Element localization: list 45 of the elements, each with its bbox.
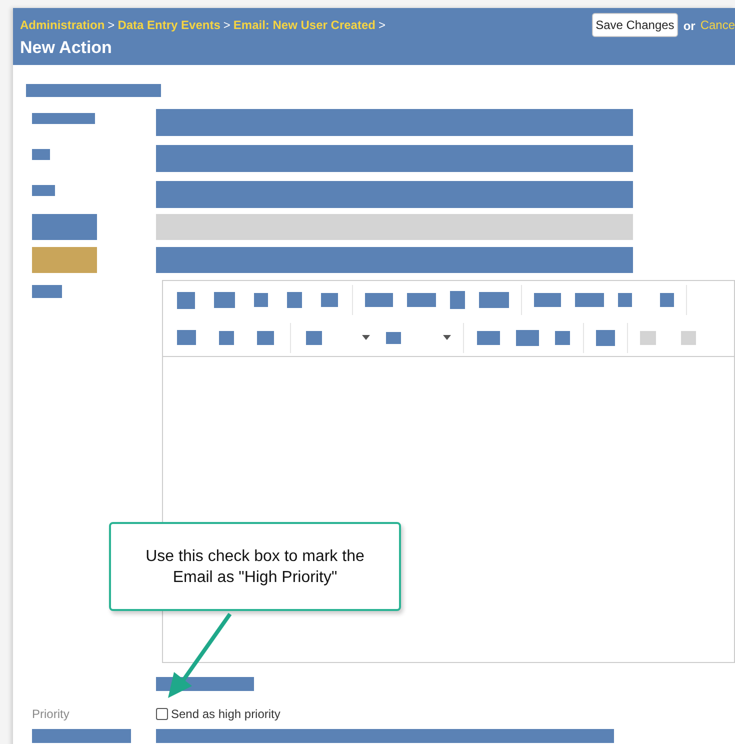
caret-icon[interactable] <box>362 335 370 340</box>
toolbar-icon[interactable] <box>176 292 195 308</box>
cancel-link[interactable]: Cance <box>700 13 735 34</box>
redacted-field[interactable] <box>156 214 633 240</box>
breadcrumb-separator: > <box>223 17 230 34</box>
redacted-field[interactable] <box>156 181 633 208</box>
redacted-label <box>32 214 97 240</box>
toolbar-icon[interactable] <box>476 330 500 344</box>
breadcrumb-link[interactable]: Data Entry Events <box>118 16 220 34</box>
toolbar-icon[interactable] <box>618 293 632 307</box>
toolbar-icon[interactable] <box>286 292 302 308</box>
redacted-label <box>32 285 62 298</box>
breadcrumb-separator: > <box>108 17 115 34</box>
toolbar-icon[interactable] <box>218 330 234 344</box>
toolbar-icon[interactable] <box>660 293 674 307</box>
redacted-field[interactable] <box>156 247 633 273</box>
high-priority-checkbox[interactable]: Send as high priority <box>156 705 280 723</box>
callout-text: Use this check box to mark the Email as "High Priority" <box>144 546 366 588</box>
redacted-label <box>32 149 50 160</box>
redacted-label <box>32 113 95 124</box>
toolbar-icon[interactable] <box>516 330 539 346</box>
toolbar-icon <box>640 330 656 344</box>
save-changes-button[interactable]: Save Changes <box>592 13 678 37</box>
toolbar-icon[interactable] <box>176 330 196 345</box>
toolbar-icon[interactable] <box>214 292 235 308</box>
toolbar-icon[interactable] <box>450 291 465 309</box>
redacted-field[interactable] <box>156 109 633 136</box>
breadcrumb-link[interactable]: Administration <box>20 16 105 34</box>
toolbar-icon[interactable] <box>254 293 268 307</box>
redacted-label <box>32 247 97 273</box>
toolbar-icon[interactable] <box>320 293 338 307</box>
page-title: New Action <box>20 38 113 58</box>
toolbar-icon[interactable] <box>306 330 322 344</box>
toolbar-icon[interactable] <box>386 332 401 344</box>
breadcrumb-link[interactable]: Email: New User Created <box>233 16 376 34</box>
toolbar-icon[interactable] <box>596 330 615 346</box>
redacted-label <box>32 185 55 196</box>
redacted-field[interactable] <box>156 145 633 172</box>
breadcrumb-separator: > <box>378 17 386 34</box>
priority-label: Priority <box>32 706 70 723</box>
toolbar-icon[interactable] <box>256 330 274 344</box>
or-text: or <box>683 18 696 35</box>
caret-icon[interactable] <box>442 335 451 340</box>
toolbar-icon <box>680 330 696 344</box>
toolbar-icon[interactable] <box>554 330 570 344</box>
